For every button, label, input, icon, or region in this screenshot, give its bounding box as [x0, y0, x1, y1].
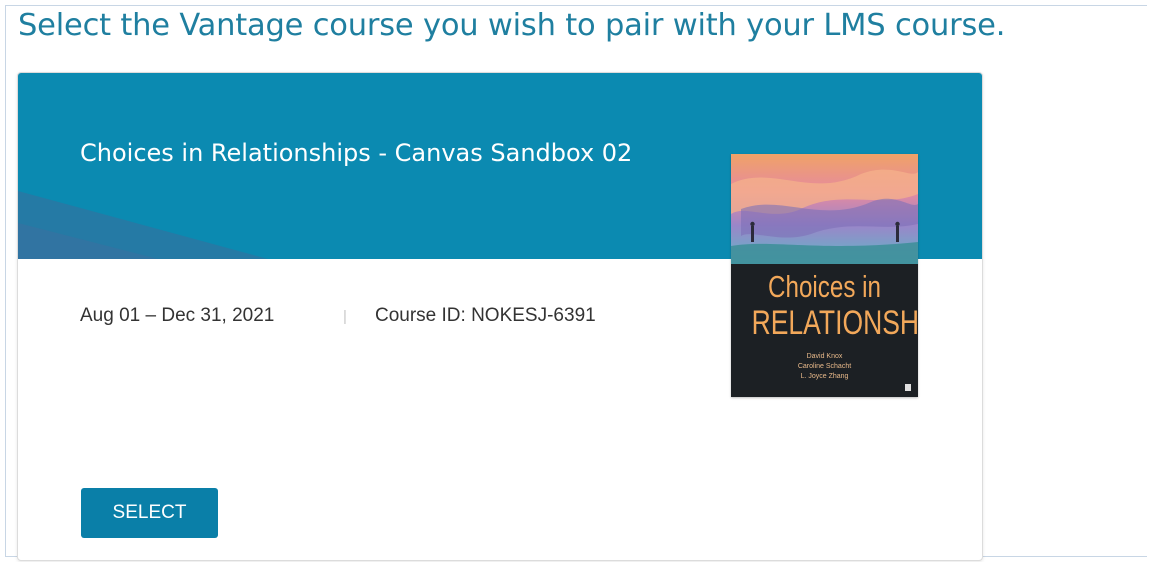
select-button[interactable]: SELECT	[81, 488, 218, 538]
cover-title-line2: RELATIONSHIPS	[751, 304, 918, 342]
course-id: Course ID: NOKESJ-6391	[375, 305, 596, 326]
cover-artwork	[731, 154, 918, 264]
meta-separator: |	[343, 308, 347, 325]
page-heading: Select the Vantage course you wish to pa…	[18, 8, 1006, 43]
course-card[interactable]: Choices in Relationships - Canvas Sandbo…	[17, 72, 983, 561]
cover-title-line1: Choices in	[768, 269, 881, 304]
book-cover: Choices in RELATIONSHIPS David Knox Caro…	[731, 154, 918, 397]
publisher-logo-icon	[905, 384, 911, 391]
cover-author: Caroline Schacht	[797, 363, 852, 370]
cover-authors: David Knox Caroline Schacht L. Joyce Zha…	[731, 352, 918, 382]
course-title[interactable]: Choices in Relationships - Canvas Sandbo…	[80, 126, 670, 180]
cover-author: L. Joyce Zhang	[800, 373, 849, 380]
cover-author: David Knox	[806, 353, 843, 360]
course-dates: Aug 01 – Dec 31, 2021	[80, 305, 275, 326]
